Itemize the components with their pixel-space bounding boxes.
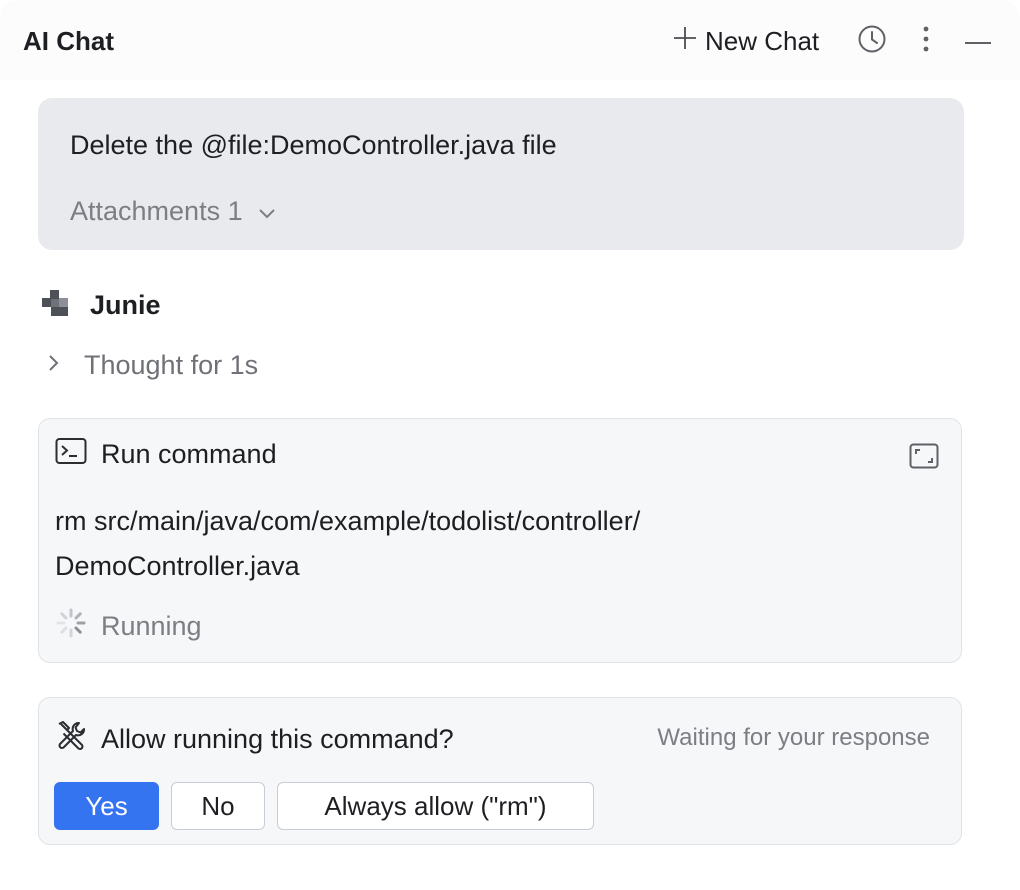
attachments-label: Attachments 1 bbox=[70, 196, 243, 226]
running-status: Running bbox=[55, 607, 202, 646]
panel-title: AI Chat bbox=[23, 26, 114, 56]
junie-logo-icon bbox=[40, 288, 70, 323]
new-chat-button[interactable]: New Chat bbox=[673, 24, 819, 58]
command-line-1: rm src/main/java/com/example/todolist/co… bbox=[55, 506, 641, 536]
tools-icon bbox=[55, 720, 87, 759]
agent-name: Junie bbox=[90, 290, 161, 320]
no-button[interactable]: No bbox=[171, 782, 265, 830]
run-command-title: Run command bbox=[101, 439, 277, 469]
thought-label: Thought for 1s bbox=[84, 350, 259, 380]
permission-card: Allow running this command? Waiting for … bbox=[38, 697, 962, 845]
user-message-bubble: Delete the @file:DemoController.java fil… bbox=[38, 98, 964, 250]
plus-icon bbox=[673, 26, 697, 57]
permission-buttons: Yes No Always allow ("rm") bbox=[54, 782, 594, 830]
minimize-icon bbox=[964, 32, 992, 50]
running-label: Running bbox=[101, 611, 202, 641]
run-command-card: Run command rm src/main/java/com/example… bbox=[38, 418, 962, 663]
permission-question: Allow running this command? bbox=[101, 724, 454, 754]
more-vertical-icon bbox=[922, 25, 930, 58]
new-chat-label: New Chat bbox=[705, 25, 820, 56]
ai-chat-panel: AI Chat New Chat Delete the @file:DemoCo… bbox=[0, 0, 1020, 890]
minimize-button[interactable] bbox=[962, 26, 994, 56]
waiting-status: Waiting for your response bbox=[657, 724, 930, 751]
expand-icon bbox=[909, 443, 939, 474]
agent-header: Junie bbox=[40, 288, 161, 323]
permission-header: Allow running this command? bbox=[55, 720, 454, 759]
run-command-header: Run command bbox=[55, 437, 277, 472]
terminal-icon bbox=[55, 437, 87, 472]
chevron-down-icon bbox=[257, 196, 277, 227]
attachments-toggle[interactable]: Attachments 1 bbox=[70, 196, 277, 227]
expand-button[interactable] bbox=[907, 443, 941, 473]
clock-icon bbox=[857, 24, 887, 59]
yes-button[interactable]: Yes bbox=[54, 782, 159, 830]
always-allow-button[interactable]: Always allow ("rm") bbox=[277, 782, 594, 830]
command-line-2: DemoController.java bbox=[55, 551, 300, 581]
thought-toggle[interactable]: Thought for 1s bbox=[46, 350, 258, 381]
chat-header: AI Chat New Chat bbox=[0, 0, 1020, 80]
more-options-button[interactable] bbox=[912, 24, 940, 58]
spinner-icon bbox=[55, 607, 87, 646]
history-button[interactable] bbox=[856, 25, 888, 57]
chevron-right-icon bbox=[46, 350, 62, 381]
user-message-text: Delete the @file:DemoController.java fil… bbox=[70, 130, 557, 160]
command-text: rm src/main/java/com/example/todolist/co… bbox=[55, 499, 915, 589]
